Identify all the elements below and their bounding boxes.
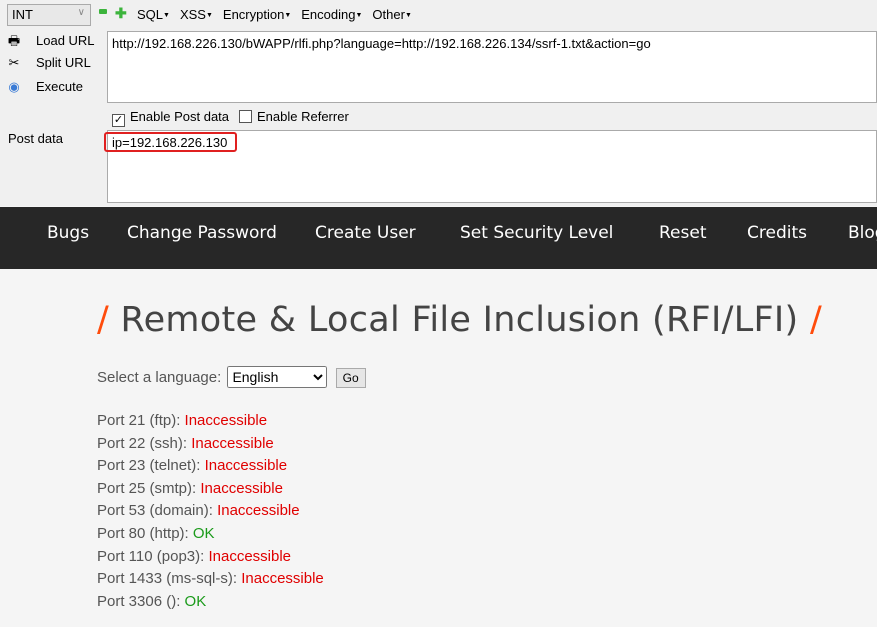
port-status: Inaccessible — [217, 502, 300, 520]
type-select[interactable]: INT ∨ — [7, 4, 91, 26]
top-nav: Bugs Change Password Create User Set Securi… — [0, 207, 877, 269]
dropdown-arrow-icon: ▼ — [205, 12, 213, 20]
port-row: Port 53 (domain): Inaccessible — [97, 502, 300, 520]
check-icon: ✓ — [112, 114, 125, 127]
port-row: Port 25 (smtp): Inaccessible — [97, 479, 283, 497]
menu-encoding[interactable]: Encoding▼ — [301, 7, 362, 22]
minus-icon[interactable] — [99, 9, 107, 14]
plus-icon[interactable]: ✚ — [115, 5, 127, 22]
load-url-button[interactable]: 🖶 Load URL — [6, 32, 95, 54]
go-button[interactable]: Go — [335, 368, 366, 388]
menu-other[interactable]: Other▼ — [372, 7, 411, 22]
port-status: Inaccessible — [241, 570, 324, 588]
nav-item-reset[interactable]: Reset — [659, 223, 707, 243]
url-input[interactable]: http://192.168.226.130/bWAPP/rlfi.php?la… — [107, 31, 877, 103]
load-url-icon: 🖶 — [7, 33, 21, 48]
port-row: Port 22 (ssh): Inaccessible — [97, 434, 274, 452]
menu-xss[interactable]: XSS▼ — [180, 7, 213, 22]
play-icon: ◉ — [8, 79, 20, 94]
nav-item-set-security-level[interactable]: Set Security Level — [460, 223, 613, 243]
nav-item-change-password[interactable]: Change Password — [127, 223, 277, 243]
nav-item-blog[interactable]: Blog — [848, 223, 877, 243]
port-row: Port 110 (pop3): Inaccessible — [97, 547, 292, 565]
execute-button[interactable]: ◉ Execute — [6, 79, 83, 95]
enable-post-checkbox[interactable]: ✓ Enable Post data — [112, 109, 229, 127]
port-status: Inaccessible — [200, 479, 283, 497]
port-status: Inaccessible — [208, 547, 292, 565]
port-row: Port 80 (http): OK — [97, 524, 215, 542]
port-row: Port 21 (ftp): Inaccessible — [97, 412, 268, 429]
port-row: Port 1433 (ms-sql-s): Inaccessible — [97, 570, 324, 588]
language-select[interactable]: English — [227, 366, 328, 388]
split-url-button[interactable]: ✂ Split URL — [6, 55, 91, 71]
menu-encryption[interactable]: Encryption▼ — [223, 7, 291, 22]
port-status: Inaccessible — [204, 457, 288, 475]
dropdown-arrow-icon: ▼ — [404, 12, 412, 20]
dropdown-arrow-icon: ▼ — [163, 12, 170, 20]
highlight-box — [104, 132, 237, 152]
hackbar-panel: INT ∨ ✚ SQL▼ XSS▼ Encryption▼ Encoding▼ Other… — [0, 0, 877, 206]
enable-referrer-checkbox[interactable]: Enable Referrer — [239, 109, 349, 124]
dropdown-arrow-icon: ▼ — [355, 12, 363, 20]
scissors-icon: ✂ — [8, 55, 20, 70]
hackbar-menus: SQL▼ XSS▼ Encryption▼ Encoding▼ Other▼ — [137, 7, 422, 22]
port-status: OK — [192, 524, 215, 542]
checkbox-box — [239, 110, 252, 123]
port-status: Inaccessible — [191, 434, 274, 452]
menu-sql[interactable]: SQL▼ — [137, 7, 170, 22]
nav-item-credits[interactable]: Credits — [747, 223, 807, 243]
language-form: Select a language: English Go — [97, 366, 366, 388]
dropdown-arrow-icon: ▼ — [284, 12, 292, 20]
port-status: Inaccessible — [184, 412, 268, 429]
port-row: Port 23 (telnet): Inaccessible — [97, 457, 288, 475]
page-title: / Remote & Local File Inclusion (RFI/LFI… — [97, 300, 823, 340]
port-status: OK — [184, 592, 207, 610]
chevron-down-icon: ∨ — [77, 7, 85, 18]
nav-item-create-user[interactable]: Create User — [315, 223, 416, 243]
port-row: Port 3306 (): OK — [97, 592, 207, 610]
port-list: Port 21 (ftp): Inaccessible Port 22 (ssh)… — [97, 412, 324, 615]
post-data-label: Post data — [8, 131, 63, 146]
nav-item-bugs[interactable]: Bugs — [47, 223, 89, 243]
